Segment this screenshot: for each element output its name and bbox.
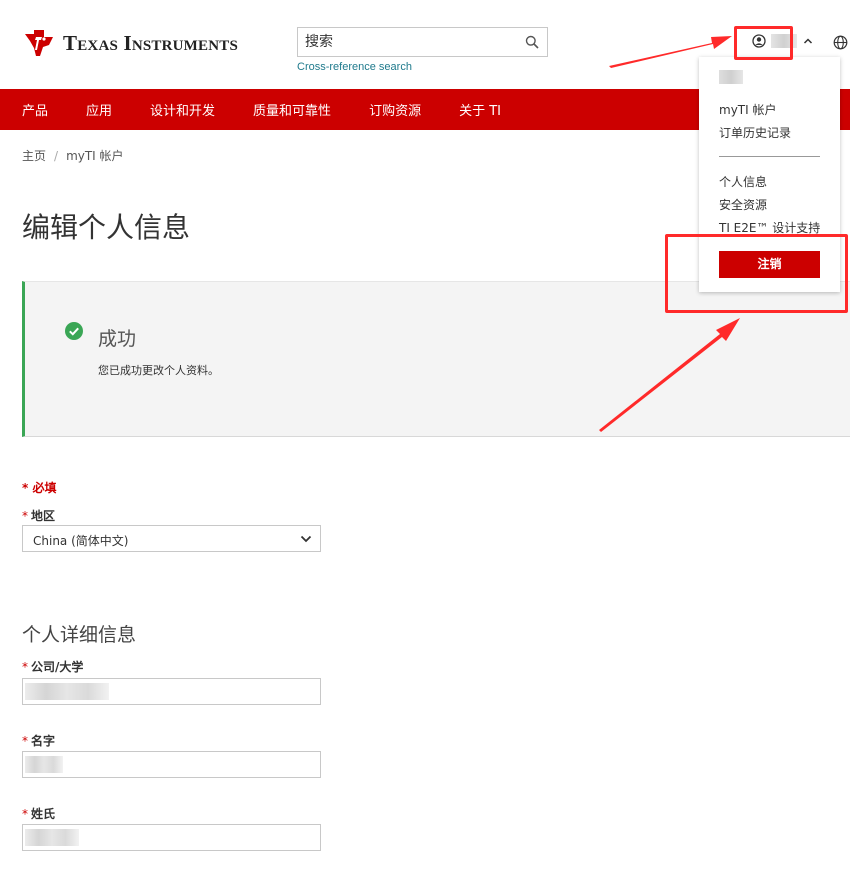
search-box[interactable] bbox=[297, 27, 548, 57]
ti-logo[interactable]: Texas Instruments bbox=[22, 28, 238, 58]
cross-reference-search-link[interactable]: Cross-reference search bbox=[297, 61, 412, 73]
annotation-highlight-user-button bbox=[734, 26, 793, 60]
company-input[interactable] bbox=[22, 678, 321, 705]
nav-item-applications[interactable]: 应用 bbox=[86, 100, 112, 119]
chevron-up-icon bbox=[803, 38, 813, 44]
first-name-label-text: 名字 bbox=[31, 734, 56, 748]
logo-wordmark: Texas Instruments bbox=[63, 30, 239, 55]
region-label: * 地区 bbox=[22, 507, 55, 524]
first-name-value-redacted bbox=[25, 756, 63, 773]
last-name-input[interactable] bbox=[22, 824, 321, 851]
region-label-text: 地区 bbox=[31, 509, 56, 523]
nav-item-quality-reliability[interactable]: 质量和可靠性 bbox=[253, 100, 331, 119]
nav-item-products[interactable]: 产品 bbox=[22, 100, 48, 119]
menu-item-order-history[interactable]: 订单历史记录 bbox=[719, 124, 791, 141]
annotation-highlight-logout bbox=[665, 234, 848, 313]
menu-divider bbox=[719, 156, 820, 157]
chevron-down-icon bbox=[300, 535, 312, 543]
nav-item-about-ti[interactable]: 关于 TI bbox=[459, 100, 501, 119]
search-icon[interactable] bbox=[525, 35, 539, 49]
first-name-label: * 名字 bbox=[22, 732, 55, 749]
last-name-value-redacted bbox=[25, 829, 79, 846]
personal-details-heading: 个人详细信息 bbox=[22, 624, 137, 646]
required-mark: * bbox=[22, 734, 28, 748]
nav-item-design-development[interactable]: 设计和开发 bbox=[150, 100, 215, 119]
company-label: * 公司/大学 bbox=[22, 658, 83, 675]
dropdown-user-name-redacted bbox=[719, 70, 743, 84]
success-title: 成功 bbox=[98, 328, 137, 350]
company-value-redacted bbox=[25, 683, 109, 700]
first-name-input[interactable] bbox=[22, 751, 321, 778]
check-circle-icon bbox=[65, 322, 83, 340]
success-message: 您已成功更改个人资料。 bbox=[98, 364, 219, 377]
breadcrumb-separator: / bbox=[54, 149, 59, 163]
breadcrumb-current[interactable]: myTI 帐户 bbox=[66, 149, 123, 163]
required-note: * 必填 bbox=[22, 481, 57, 495]
breadcrumb-home[interactable]: 主页 bbox=[22, 149, 46, 163]
ti-logo-icon bbox=[25, 30, 53, 56]
region-select-value: China (简体中文) bbox=[33, 534, 129, 548]
last-name-label: * 姓氏 bbox=[22, 805, 55, 822]
breadcrumb: 主页 / myTI 帐户 bbox=[22, 147, 124, 164]
region-select[interactable]: China (简体中文) bbox=[22, 525, 321, 552]
menu-item-security-resources[interactable]: 安全资源 bbox=[719, 196, 767, 213]
nav-item-ordering-resources[interactable]: 订购资源 bbox=[369, 100, 421, 119]
page-title: 编辑个人信息 bbox=[22, 211, 191, 244]
menu-item-personal-info[interactable]: 个人信息 bbox=[719, 173, 767, 190]
company-label-text: 公司/大学 bbox=[31, 660, 84, 674]
required-mark: * bbox=[22, 509, 28, 523]
search-input[interactable] bbox=[298, 28, 513, 56]
menu-item-myti-account[interactable]: myTI 帐户 bbox=[719, 101, 776, 118]
required-mark: * bbox=[22, 660, 28, 674]
required-mark: * bbox=[22, 807, 28, 821]
last-name-label-text: 姓氏 bbox=[31, 807, 56, 821]
globe-icon[interactable] bbox=[833, 35, 848, 50]
